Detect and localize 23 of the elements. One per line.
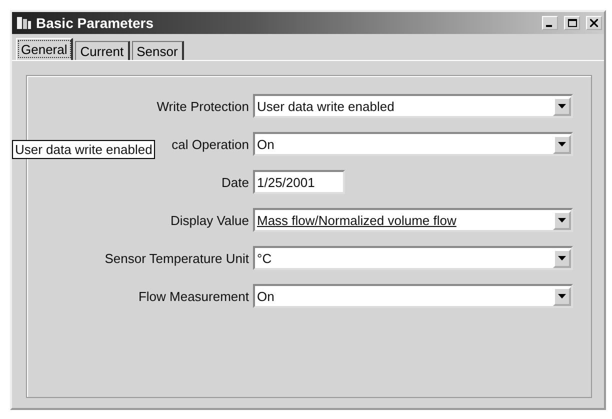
minimize-button[interactable] — [542, 16, 558, 30]
dropdown[interactable]: On — [253, 284, 573, 308]
close-icon — [590, 19, 598, 27]
field-label: Date — [222, 174, 249, 190]
field-label: Flow Measurement — [138, 288, 249, 304]
close-button[interactable] — [586, 16, 602, 30]
field-label: Display Value — [170, 212, 249, 228]
window-icon — [16, 16, 32, 30]
dropdown[interactable]: On — [253, 132, 573, 156]
tab[interactable]: Current — [75, 41, 130, 60]
tab[interactable]: General — [16, 38, 74, 60]
dropdown[interactable]: Mass flow/Normalized volume flow — [253, 208, 573, 232]
field-label: Write Protection — [156, 98, 249, 114]
dropdown[interactable]: User data write enabled — [253, 94, 573, 118]
tab[interactable]: Sensor — [132, 41, 184, 60]
maximize-button[interactable] — [564, 16, 580, 30]
field-label: Sensor Temperature Unit — [104, 250, 249, 266]
maximize-icon — [568, 19, 576, 27]
dropdown[interactable]: °C — [253, 246, 573, 270]
input-field[interactable]: 1/25/2001 — [253, 170, 345, 194]
tooltip: User data write enabled — [12, 140, 156, 159]
window-title: Basic Parameters — [36, 15, 155, 31]
field-label: cal Operation — [172, 136, 249, 152]
